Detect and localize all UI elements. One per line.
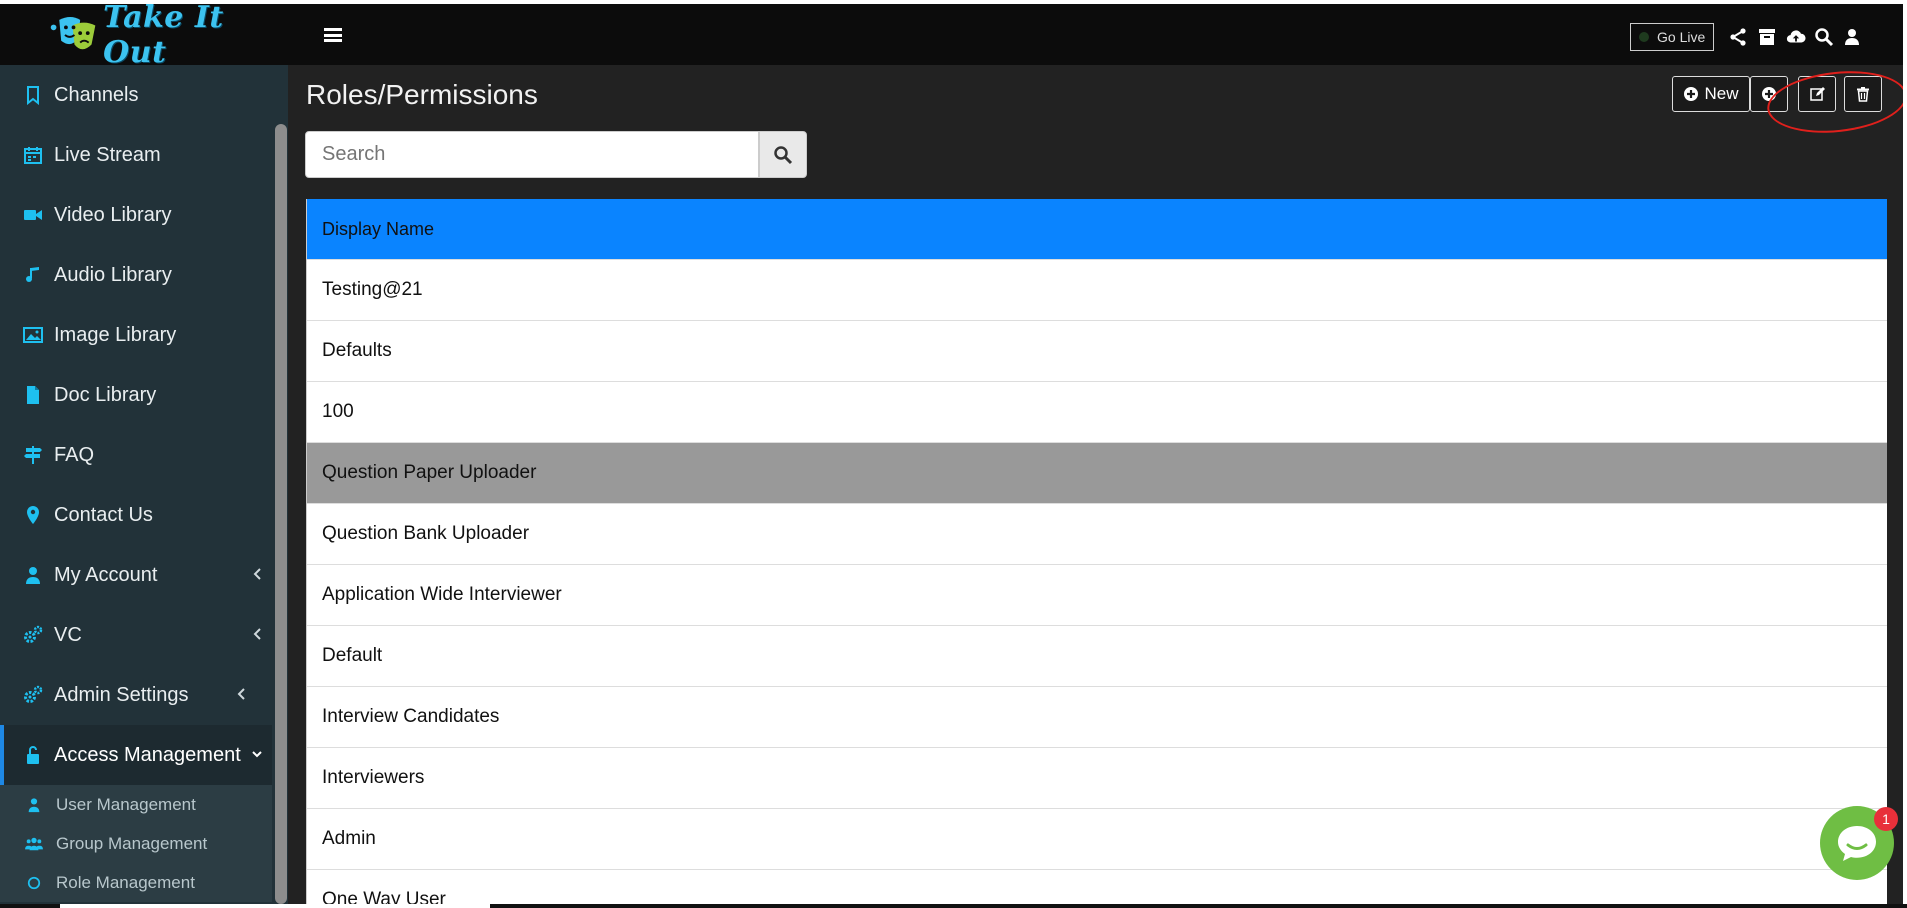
theater-masks-icon <box>50 16 96 50</box>
sidebar-item-access-management[interactable]: Access Management <box>0 725 272 785</box>
sidebar-item-image-library[interactable]: Image Library <box>0 305 272 365</box>
user-profile-icon[interactable] <box>1841 26 1863 48</box>
sidebar-item-label: Live Stream <box>54 143 161 166</box>
roles-table: Display Name Testing@21 Defaults 100 Que… <box>306 199 1887 904</box>
sidebar-item-label: Audio Library <box>54 263 172 286</box>
new-button-label: New <box>1704 84 1739 103</box>
music-note-icon <box>22 264 44 286</box>
sidebar-item-video-library[interactable]: Video Library <box>0 185 272 245</box>
sidebar-item-my-account[interactable]: My Account <box>0 545 272 605</box>
sidebar-item-label: My Account <box>54 563 158 586</box>
sidebar-item-contact-us[interactable]: Contact Us <box>0 485 272 545</box>
trash-icon <box>1857 87 1869 102</box>
sidebar-subitem-label: Role Management <box>56 872 195 892</box>
logo-bar: Take It Out <box>0 4 288 70</box>
logo-text: Take It Out <box>103 4 224 70</box>
sidebar: Take It Out Channels Live Stream Video L… <box>0 4 288 904</box>
window-right-edge <box>1903 0 1907 908</box>
delete-button[interactable] <box>1844 76 1882 112</box>
document-icon <box>22 384 44 406</box>
map-pin-icon <box>22 504 44 526</box>
table-row[interactable]: Interviewers <box>307 747 1887 808</box>
gears-icon <box>22 624 44 646</box>
horizontal-scrollbar[interactable] <box>60 904 490 908</box>
access-management-submenu: User Management Group Management Role Ma… <box>0 785 272 902</box>
live-status-dot <box>1639 32 1649 42</box>
sidebar-subitem-label: Group Management <box>56 833 208 853</box>
sidebar-item-doc-library[interactable]: Doc Library <box>0 365 272 425</box>
search-button[interactable] <box>759 131 807 178</box>
chat-bubble-icon <box>1838 826 1876 861</box>
table-row[interactable]: Application Wide Interviewer <box>307 564 1887 625</box>
logo[interactable]: Take It Out <box>46 4 288 70</box>
plus-circle-icon <box>1684 87 1699 101</box>
chat-notification-badge: 1 <box>1874 807 1898 831</box>
sidebar-nav: Channels Live Stream Video Library Audio… <box>0 65 272 902</box>
add-button[interactable] <box>1750 76 1788 112</box>
chevron-left-icon <box>237 688 245 700</box>
sidebar-item-label: Contact Us <box>54 503 153 526</box>
table-row[interactable]: Defaults <box>307 320 1887 381</box>
sidebar-subitem-user-management[interactable]: User Management <box>0 785 272 824</box>
table-header-display-name[interactable]: Display Name <box>307 199 1887 259</box>
edit-button[interactable] <box>1798 76 1836 112</box>
unlock-icon <box>22 744 44 766</box>
top-bar: Go Live <box>288 4 1903 65</box>
sidebar-item-label: Doc Library <box>54 383 157 406</box>
table-row-selected[interactable]: Question Paper Uploader <box>307 442 1887 503</box>
sidebar-subitem-label: User Management <box>56 794 196 814</box>
users-icon <box>25 835 43 853</box>
gears-icon <box>22 684 44 706</box>
page-title: Roles/Permissions <box>306 79 538 110</box>
search-icon <box>774 145 793 164</box>
table-row[interactable]: Testing@21 <box>307 259 1887 320</box>
sidebar-item-label: Access Management <box>54 743 241 766</box>
sidebar-item-faq[interactable]: FAQ <box>0 425 272 485</box>
sidebar-item-channels[interactable]: Channels <box>0 65 272 125</box>
search-input[interactable] <box>305 131 759 178</box>
calendar-icon <box>22 144 44 166</box>
sidebar-subitem-group-management[interactable]: Group Management <box>0 824 272 863</box>
table-row[interactable]: One Way User <box>307 869 1887 904</box>
table-row[interactable]: Default <box>307 625 1887 686</box>
bookmark-icon <box>22 84 44 106</box>
table-row[interactable]: Question Bank Uploader <box>307 503 1887 564</box>
image-icon <box>22 324 44 346</box>
new-role-button[interactable]: New <box>1672 76 1750 112</box>
sidebar-item-label: Admin Settings <box>54 683 189 706</box>
signpost-icon <box>22 444 44 466</box>
table-row[interactable]: Interview Candidates <box>307 686 1887 747</box>
sidebar-subitem-role-management[interactable]: Role Management <box>0 863 272 902</box>
go-live-label: Go Live <box>1657 29 1706 45</box>
user-icon <box>25 796 43 814</box>
video-camera-icon <box>22 204 44 226</box>
cloud-upload-icon[interactable] <box>1785 26 1807 48</box>
hamburger-menu-icon[interactable] <box>324 28 342 42</box>
main-content: Roles/Permissions New Display Name Testi… <box>288 65 1903 904</box>
sidebar-item-label: FAQ <box>54 443 95 466</box>
user-icon <box>22 564 44 586</box>
circle-icon <box>25 874 43 892</box>
chevron-left-icon <box>253 568 261 580</box>
sidebar-item-label: Image Library <box>54 323 177 346</box>
sidebar-item-admin-settings[interactable]: Admin Settings <box>0 665 272 725</box>
sidebar-scrollbar-thumb[interactable] <box>275 124 287 904</box>
sidebar-item-audio-library[interactable]: Audio Library <box>0 245 272 305</box>
sidebar-item-label: Channels <box>54 83 139 106</box>
table-row[interactable]: 100 <box>307 381 1887 442</box>
sidebar-item-label: VC <box>54 623 82 646</box>
plus-circle-icon <box>1762 87 1776 101</box>
table-row[interactable]: Admin <box>307 808 1887 869</box>
share-icon[interactable] <box>1727 26 1749 48</box>
sidebar-item-label: Video Library <box>54 203 172 226</box>
search-icon[interactable] <box>1813 26 1835 48</box>
chevron-down-icon <box>252 751 262 758</box>
edit-icon <box>1810 87 1825 101</box>
sidebar-item-vc[interactable]: VC <box>0 605 272 665</box>
archive-icon[interactable] <box>1756 26 1778 48</box>
go-live-button[interactable]: Go Live <box>1630 23 1714 51</box>
sidebar-item-live-stream[interactable]: Live Stream <box>0 125 272 185</box>
search-bar <box>305 131 807 178</box>
chevron-left-icon <box>253 628 261 640</box>
